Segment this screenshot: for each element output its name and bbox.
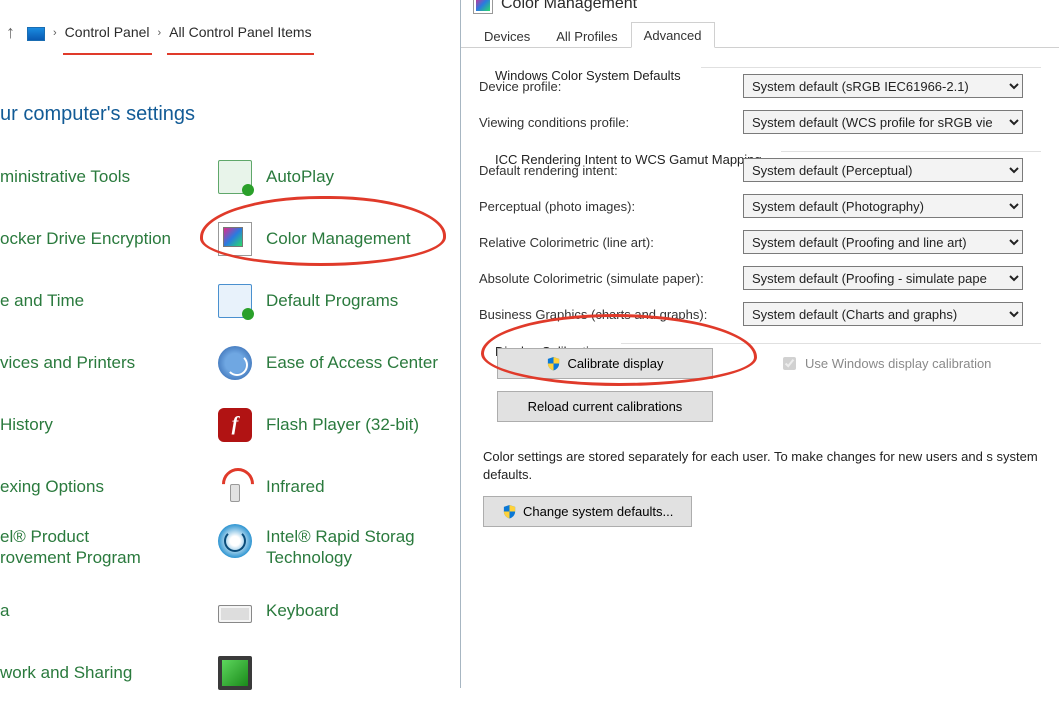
button-label: Reload current calibrations bbox=[528, 399, 683, 414]
item-label-line1: el® Product bbox=[0, 526, 210, 547]
chevron-right-icon: › bbox=[158, 27, 162, 39]
tab-devices[interactable]: Devices bbox=[471, 23, 543, 48]
item-label: Color Management bbox=[266, 229, 411, 249]
item-label: e and Time bbox=[0, 291, 84, 311]
item-network-sharing[interactable]: work and Sharing bbox=[0, 642, 210, 704]
intel-icon bbox=[218, 524, 252, 558]
item-label: History bbox=[0, 415, 53, 435]
absolute-colorimetric-select[interactable]: System default (Proofing - simulate pape bbox=[743, 266, 1023, 290]
item-nvidia[interactable] bbox=[218, 642, 468, 704]
rendering-intent-select[interactable]: System default (Perceptual) bbox=[743, 158, 1023, 182]
color-management-icon bbox=[473, 0, 493, 14]
use-windows-calibration-row: Use Windows display calibration bbox=[763, 354, 991, 373]
checkbox-label: Use Windows display calibration bbox=[805, 356, 991, 371]
dialog-title-row: Color Management bbox=[461, 0, 1059, 18]
absolute-colorimetric-label: Absolute Colorimetric (simulate paper): bbox=[461, 271, 733, 286]
chevron-right-icon: › bbox=[53, 27, 57, 39]
calibrate-display-button[interactable]: Calibrate display bbox=[497, 348, 713, 379]
breadcrumb-all-items[interactable]: All Control Panel Items bbox=[169, 24, 311, 41]
breadcrumb-control-panel[interactable]: Control Panel bbox=[65, 24, 150, 41]
description-text: Color settings are stored separately for… bbox=[461, 428, 1059, 492]
item-administrative-tools[interactable]: ministrative Tools bbox=[0, 146, 210, 208]
item-indexing-options[interactable]: exing Options bbox=[0, 456, 210, 518]
item-label-line1: Intel® Rapid Storag bbox=[266, 526, 415, 547]
item-infrared[interactable]: Infrared bbox=[218, 456, 468, 518]
nvidia-icon bbox=[218, 656, 252, 690]
item-label: ocker Drive Encryption bbox=[0, 229, 171, 249]
breadcrumb: ↑ › Control Panel › All Control Panel It… bbox=[0, 0, 460, 53]
viewing-conditions-label: Viewing conditions profile: bbox=[461, 115, 733, 130]
autoplay-icon bbox=[218, 160, 252, 194]
business-graphics-label: Business Graphics (charts and graphs): bbox=[461, 307, 733, 322]
relative-colorimetric-select[interactable]: System default (Proofing and line art) bbox=[743, 230, 1023, 254]
uac-shield-icon bbox=[502, 504, 517, 519]
infrared-icon bbox=[218, 470, 252, 504]
color-management-dialog: Color Management Devices All Profiles Ad… bbox=[460, 0, 1059, 688]
item-file-history[interactable]: History bbox=[0, 394, 210, 456]
item-label: vices and Printers bbox=[0, 353, 135, 373]
change-system-defaults-button[interactable]: Change system defaults... bbox=[483, 496, 692, 527]
item-keyboard[interactable]: Keyboard bbox=[218, 580, 468, 642]
item-label: Default Programs bbox=[266, 291, 398, 311]
item-date-time[interactable]: e and Time bbox=[0, 270, 210, 332]
use-windows-calibration-checkbox bbox=[783, 357, 796, 370]
button-label: Calibrate display bbox=[567, 356, 663, 371]
item-color-management[interactable]: Color Management bbox=[218, 208, 468, 270]
item-label: Ease of Access Center bbox=[266, 353, 438, 373]
flash-icon bbox=[218, 408, 252, 442]
back-arrow-icon[interactable]: ↑ bbox=[6, 22, 15, 43]
item-label: work and Sharing bbox=[0, 663, 132, 683]
perceptual-label: Perceptual (photo images): bbox=[461, 199, 733, 214]
item-label: ministrative Tools bbox=[0, 167, 130, 187]
tab-content: Windows Color System Defaults Device pro… bbox=[461, 48, 1059, 527]
perceptual-select[interactable]: System default (Photography) bbox=[743, 194, 1023, 218]
control-panel-items-grid: ministrative Tools AutoPlay ocker Drive … bbox=[0, 146, 460, 704]
rendering-intent-label: Default rendering intent: bbox=[461, 163, 733, 178]
control-panel-icon[interactable] bbox=[27, 27, 45, 41]
item-label: a bbox=[0, 601, 9, 621]
device-profile-label: Device profile: bbox=[461, 79, 733, 94]
device-profile-select[interactable]: System default (sRGB IEC61966-2.1) bbox=[743, 74, 1023, 98]
item-default-programs[interactable]: Default Programs bbox=[218, 270, 468, 332]
item-label: Flash Player (32-bit) bbox=[266, 415, 419, 435]
color-management-icon bbox=[218, 222, 252, 256]
page-title: ur computer's settings bbox=[0, 53, 460, 146]
item-label: exing Options bbox=[0, 477, 104, 497]
item-intel-product-improvement[interactable]: el® Product rovement Program bbox=[0, 518, 210, 580]
item-ease-of-access[interactable]: Ease of Access Center bbox=[218, 332, 468, 394]
item-java[interactable]: a bbox=[0, 580, 210, 642]
item-intel-rst[interactable]: Intel® Rapid Storag Technology bbox=[218, 518, 468, 580]
item-autoplay[interactable]: AutoPlay bbox=[218, 146, 468, 208]
item-devices-printers[interactable]: vices and Printers bbox=[0, 332, 210, 394]
uac-shield-icon bbox=[546, 356, 561, 371]
reload-calibrations-button[interactable]: Reload current calibrations bbox=[497, 391, 713, 422]
item-label-line2: Technology bbox=[266, 547, 415, 568]
default-programs-icon bbox=[218, 284, 252, 318]
tab-all-profiles[interactable]: All Profiles bbox=[543, 23, 630, 48]
control-panel-window: ↑ › Control Panel › All Control Panel It… bbox=[0, 0, 460, 688]
button-label: Change system defaults... bbox=[523, 504, 673, 519]
dialog-title: Color Management bbox=[501, 0, 637, 13]
tab-bar: Devices All Profiles Advanced bbox=[461, 20, 1059, 48]
item-label: Infrared bbox=[266, 477, 325, 497]
viewing-conditions-select[interactable]: System default (WCS profile for sRGB vie bbox=[743, 110, 1023, 134]
ease-of-access-icon bbox=[218, 346, 252, 380]
keyboard-icon bbox=[218, 605, 252, 623]
item-flash-player[interactable]: Flash Player (32-bit) bbox=[218, 394, 468, 456]
item-label-line2: rovement Program bbox=[0, 547, 210, 568]
item-label: Keyboard bbox=[266, 601, 339, 621]
tab-advanced[interactable]: Advanced bbox=[631, 22, 715, 48]
item-bitlocker[interactable]: ocker Drive Encryption bbox=[0, 208, 210, 270]
relative-colorimetric-label: Relative Colorimetric (line art): bbox=[461, 235, 733, 250]
item-label: AutoPlay bbox=[266, 167, 334, 187]
business-graphics-select[interactable]: System default (Charts and graphs) bbox=[743, 302, 1023, 326]
